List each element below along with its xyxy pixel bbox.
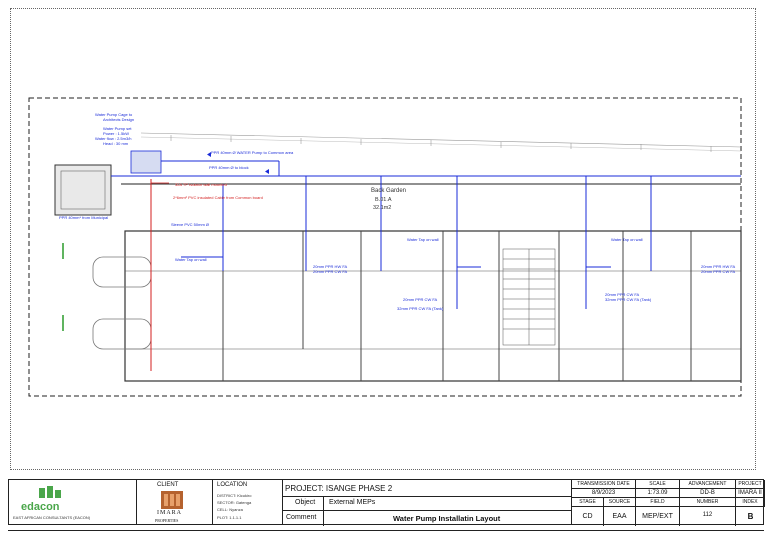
pipe-label: 20mm PPR CW FA	[313, 269, 348, 274]
client-name: IMARA	[157, 510, 183, 516]
logo-subtitle: EAST AFRICAN CONSULTANTS (EACON)	[13, 515, 91, 520]
drawing-info-table: TRANSMISSION DATE SCALE ADVANCEMENT PROJ…	[572, 480, 765, 526]
pipe-label: 32mm PPR CW FA (Tank)	[605, 297, 652, 302]
advancement-label: ADVANCEMENT	[680, 480, 736, 489]
electrical-label: 32A TP Isolator wall mounted	[175, 182, 227, 187]
location-sector: SECTOR: Gatenga	[217, 500, 252, 505]
pipe-label: PPR 40mm Ø WATER Pump to Common area	[211, 150, 294, 155]
pipe-label: Water Tap on wall	[611, 237, 643, 242]
client-logo	[161, 491, 183, 509]
floor-plan: Back Garden B.01.A 32.1m2 Water Pump Cag…	[28, 97, 742, 397]
electrical-label: 2*6mm² PVC insulated Cable from Common b…	[173, 195, 263, 200]
room-title: Back Garden	[371, 188, 406, 194]
index-label: INDEX	[736, 498, 765, 507]
stage-value: CD	[572, 507, 604, 526]
room-area: 32.1m2	[373, 205, 391, 211]
field-label: FIELD	[636, 498, 680, 507]
client-label: CLIENT	[157, 482, 179, 488]
scale-label: SCALE	[636, 480, 680, 489]
project-code-label: PROJECT	[736, 480, 765, 489]
location-district: DISTRICT: Kicukiro	[217, 493, 252, 498]
svg-text:edacon: edacon	[21, 501, 60, 513]
logo-cell: edacon EAST AFRICAN CONSULTANTS (EACON)	[9, 480, 137, 524]
pump-spec-line-4: Head : 30 mm	[103, 141, 129, 146]
title-block: edacon EAST AFRICAN CONSULTANTS (EACON) …	[8, 479, 765, 526]
drawing-sheet: Back Garden B.01.A 32.1m2 Water Pump Cag…	[10, 8, 756, 470]
advancement-value: DD-B	[680, 489, 736, 498]
company-logo: edacon	[21, 486, 61, 513]
pipe-label: PPR 40mm* from Municipal	[59, 215, 108, 220]
client-cell: CLIENT IMARA PROPERTIES	[137, 480, 213, 524]
source-label: SOURCE	[604, 498, 636, 507]
pipe-label: 20mm PPR CW FA	[403, 297, 438, 302]
location-cell: LOCATION DISTRICT: Kicukiro SECTOR: Gate…	[213, 480, 283, 524]
pipe-label: 20mm PPR CW FA	[701, 269, 736, 274]
number-value: 112	[680, 507, 736, 526]
bottom-rule	[8, 530, 764, 531]
object-label: Object	[295, 499, 316, 506]
transmission-date-label: TRANSMISSION DATE	[572, 480, 636, 489]
location-plot: PLOT: 1.1.1.1	[217, 515, 242, 520]
scale-value: 1:73.09	[636, 489, 680, 498]
object-value: External MEPs	[329, 499, 376, 506]
number-label: NUMBER	[680, 498, 736, 507]
location-cell-name: CELL: Nyanza	[217, 507, 243, 512]
location-label: LOCATION	[217, 482, 248, 488]
room-code: B.01.A	[375, 197, 392, 203]
project-code-value: IMARA II	[736, 489, 765, 498]
index-value: B	[747, 512, 754, 521]
pipe-label: Water Tap on wall	[407, 237, 439, 242]
transmission-date-value: 8/9/2023	[572, 489, 636, 498]
comment-label: Comment	[286, 514, 317, 521]
pump-note-line-2: Architects Design	[103, 117, 134, 122]
project-title: PROJECT: ISANGE PHASE 2	[285, 484, 393, 493]
stage-label: STAGE	[572, 498, 604, 507]
pipe-label: 32mm PPR CW FA (Tank)	[397, 306, 444, 311]
pipe-label: PPR 40mm Ø to block	[209, 165, 249, 170]
pipe-label: Sleeve PVC 50mm Ø	[171, 222, 209, 227]
project-cell: PROJECT: ISANGE PHASE 2 Object External …	[283, 480, 572, 526]
source-value: EAA	[604, 507, 636, 526]
client-subtitle: PROPERTIES	[155, 518, 179, 523]
comment-value: Water Pump Installatin Layout	[393, 514, 501, 523]
field-value: MEP/EXT	[636, 507, 680, 526]
pipe-label: Water Tap on wall	[175, 257, 207, 262]
